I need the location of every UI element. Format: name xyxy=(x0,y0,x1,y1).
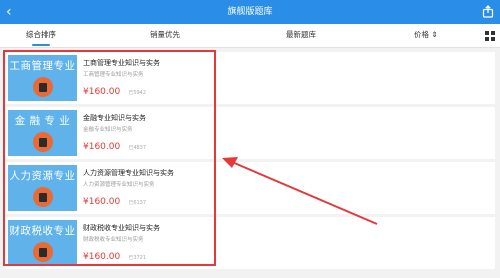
product-thumbnail: 人力资源专业 xyxy=(8,165,77,211)
product-price: ¥160.00 xyxy=(83,87,121,97)
tab-newest[interactable]: 最新题库 xyxy=(286,24,316,48)
product-card[interactable]: 工商管理专业 工商管理专业知识与实务 工商管理专业知识与实务 ¥160.00 已… xyxy=(5,52,495,104)
tab-comprehensive[interactable]: 综合排序 xyxy=(26,24,56,48)
sales-count: 已3721 xyxy=(128,255,147,261)
book-badge-icon xyxy=(33,77,53,97)
product-price: ¥160.00 xyxy=(83,142,121,152)
sort-tabs: 综合排序 销量优先 最新题库 价格 ⇕ xyxy=(0,24,500,48)
top-bar: ‹ 旗舰版题库 xyxy=(0,0,500,24)
book-badge-icon xyxy=(33,187,53,207)
product-thumbnail: 金 融 专 业 xyxy=(8,110,77,156)
product-price: ¥160.00 xyxy=(83,197,121,207)
page-title: 旗舰版题库 xyxy=(227,7,273,17)
book-badge-icon xyxy=(33,132,53,152)
thumbnail-label: 财政税收专业 xyxy=(9,225,76,237)
product-thumbnail: 工商管理专业 xyxy=(8,55,77,101)
product-name: 人力资源管理专业知识与实务 xyxy=(83,169,174,177)
product-subtitle: 金融专业知识与实务 xyxy=(83,127,133,133)
product-card[interactable]: 财政税收专业 财政税收专业知识与实务 财政税收专业知识与实务 ¥160.00 已… xyxy=(5,217,495,269)
product-price: ¥160.00 xyxy=(83,252,121,262)
tab-sales[interactable]: 销量优先 xyxy=(150,24,180,48)
product-name: 金融专业知识与实务 xyxy=(83,114,146,122)
sales-count: 已6137 xyxy=(128,200,147,206)
sales-count: 已4837 xyxy=(128,145,147,151)
sales-count: 已5942 xyxy=(128,90,147,96)
product-name: 财政税收专业知识与实务 xyxy=(83,224,160,232)
thumbnail-label: 金 融 专 业 xyxy=(14,115,71,127)
product-thumbnail: 财政税收专业 xyxy=(8,220,77,266)
share-icon[interactable] xyxy=(482,5,494,18)
product-name: 工商管理专业知识与实务 xyxy=(83,59,160,67)
product-card[interactable]: 人力资源专业 人力资源管理专业知识与实务 人力资源管理专业知识与实务 ¥160.… xyxy=(5,162,495,214)
thumbnail-label: 人力资源专业 xyxy=(9,170,76,182)
product-subtitle: 人力资源管理专业知识与实务 xyxy=(83,182,155,188)
grid-view-icon[interactable] xyxy=(484,30,496,42)
book-badge-icon xyxy=(33,242,53,262)
thumbnail-label: 工商管理专业 xyxy=(9,60,76,72)
product-card[interactable]: 金 融 专 业 金融专业知识与实务 金融专业知识与实务 ¥160.00 已483… xyxy=(5,107,495,159)
tab-price[interactable]: 价格 ⇕ xyxy=(414,24,438,48)
